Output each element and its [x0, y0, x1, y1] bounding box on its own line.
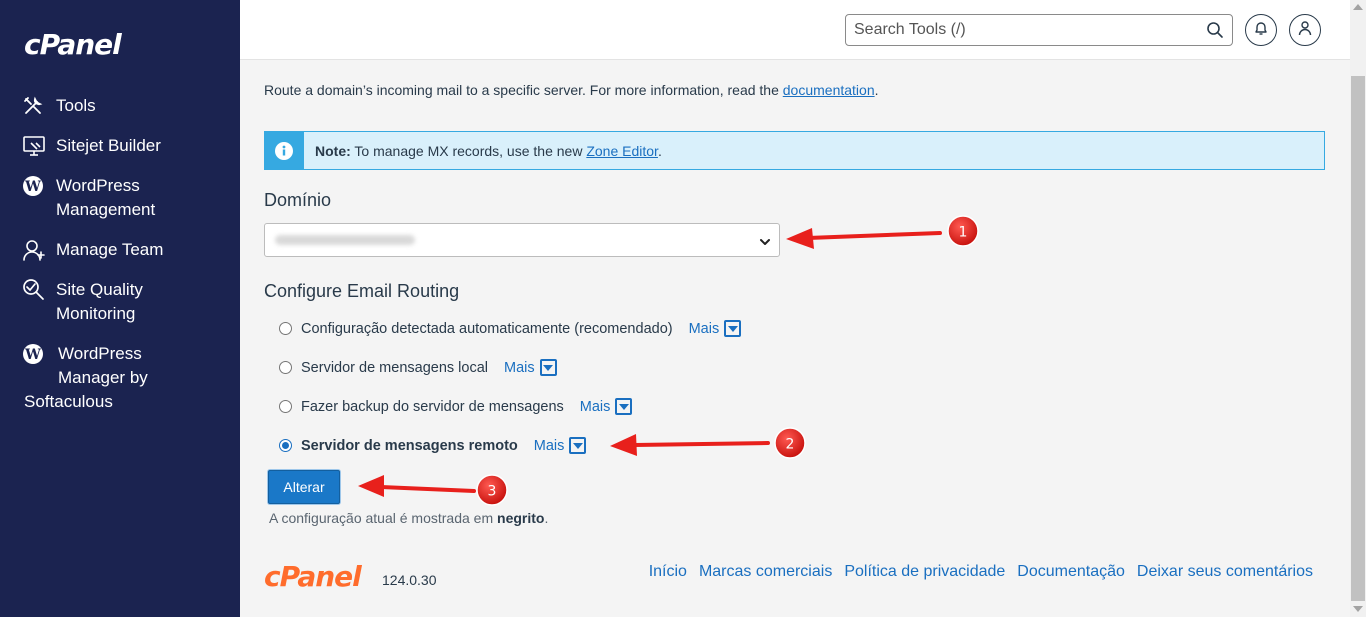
wordpress-icon: W	[22, 174, 48, 198]
scroll-down-icon[interactable]	[1353, 606, 1363, 612]
more-toggle[interactable]: Mais	[504, 359, 557, 376]
sidebar-item-tools[interactable]: Tools	[22, 94, 232, 118]
expand-icon	[569, 437, 587, 454]
footer-link-privacy[interactable]: Política de privacidade	[844, 563, 1005, 581]
domain-value-redacted	[275, 235, 415, 245]
sidebar-item-label: WordPress	[58, 344, 142, 363]
sidebar-item-label: Manage Team	[56, 240, 164, 259]
option-label: Fazer backup do servidor de mensagens	[301, 398, 564, 415]
footer-links: Início Marcas comerciais Política de pri…	[649, 563, 1313, 581]
scrollbar-thumb[interactable]	[1351, 76, 1365, 601]
sidebar-item-wordpress-softaculous[interactable]: W WordPress Manager by Softaculous	[22, 342, 232, 414]
footer-link-home[interactable]: Início	[649, 563, 687, 581]
note-callout: Note: To manage MX records, use the new …	[264, 131, 1325, 170]
sidebar-item-manage-team[interactable]: Manage Team	[22, 238, 232, 262]
current-config-hint: A configuração atual é mostrada em negri…	[269, 510, 549, 526]
annotation-arrow-2	[610, 434, 770, 456]
info-badge	[264, 131, 304, 170]
radio-button[interactable]	[279, 361, 292, 374]
sidebar-item-wordpress-management[interactable]: W WordPress Management	[22, 174, 232, 222]
notifications-button[interactable]	[1245, 14, 1277, 46]
radio-button[interactable]	[279, 400, 292, 413]
annotation-arrow-3	[358, 475, 476, 497]
chevron-down-icon	[759, 235, 771, 253]
routing-option-local[interactable]: Servidor de mensagens local Mais	[279, 359, 557, 376]
submit-button[interactable]: Alterar	[268, 470, 340, 504]
sidebar-item-label: Tools	[56, 96, 96, 115]
user-icon	[1297, 20, 1313, 41]
footer-link-feedback[interactable]: Deixar seus comentários	[1137, 563, 1313, 581]
note-text: Note: To manage MX records, use the new …	[315, 142, 662, 159]
sidebar: cPanel Tools Sitejet Builder W WordPress…	[0, 0, 240, 617]
info-icon	[275, 141, 293, 160]
routing-option-auto[interactable]: Configuração detectada automaticamente (…	[279, 320, 742, 337]
expand-icon	[539, 359, 557, 376]
annotation-marker-2: 2	[774, 427, 806, 459]
topbar	[240, 0, 1350, 60]
footer-cpanel-logo[interactable]: cPanel	[264, 560, 362, 593]
radio-button[interactable]	[279, 322, 292, 335]
routing-heading: Configure Email Routing	[264, 281, 460, 301]
search-input[interactable]	[854, 21, 1206, 39]
annotation-marker-3: 3	[476, 474, 508, 506]
more-toggle[interactable]: Mais	[689, 320, 742, 337]
cpanel-logo[interactable]: cPanel	[24, 28, 122, 61]
svg-text:W: W	[24, 347, 41, 363]
radio-button-selected[interactable]	[279, 439, 292, 452]
svg-text:2: 2	[786, 437, 795, 453]
option-label: Servidor de mensagens remoto	[301, 437, 518, 454]
routing-option-backup[interactable]: Fazer backup do servidor de mensagens Ma…	[279, 398, 633, 415]
wordpress-icon: W	[22, 342, 48, 366]
tools-icon	[22, 94, 48, 118]
user-plus-icon	[22, 238, 48, 262]
more-toggle[interactable]: Mais	[534, 437, 587, 454]
domain-heading: Domínio	[264, 190, 332, 210]
routing-option-remote[interactable]: Servidor de mensagens remoto Mais	[279, 437, 587, 454]
domain-select[interactable]	[264, 223, 780, 257]
sidebar-item-sitejet[interactable]: Sitejet Builder	[22, 134, 232, 158]
footer-link-trademarks[interactable]: Marcas comerciais	[699, 563, 832, 581]
svg-text:W: W	[24, 179, 41, 195]
sidebar-item-label: Sitejet Builder	[56, 136, 161, 155]
svg-text:3: 3	[488, 484, 497, 500]
annotation-marker-1: 1	[947, 215, 979, 247]
magnifier-icon	[22, 278, 48, 302]
search-box[interactable]	[845, 14, 1233, 46]
bell-icon	[1253, 20, 1269, 41]
sidebar-item-label: Softaculous	[24, 392, 113, 411]
sidebar-item-label: Manager by	[58, 368, 148, 387]
documentation-link[interactable]: documentation	[783, 82, 875, 98]
footer-link-documentation[interactable]: Documentação	[1017, 563, 1125, 581]
scroll-up-icon[interactable]	[1353, 4, 1363, 10]
more-toggle[interactable]: Mais	[580, 398, 633, 415]
page-description: Route a domain’s incoming mail to a spec…	[264, 82, 879, 98]
sidebar-item-label: Site Quality Monitoring	[56, 280, 143, 323]
sidebar-item-label: WordPress Management	[56, 176, 156, 219]
sidebar-nav: Tools Sitejet Builder W WordPress Manage…	[22, 94, 232, 430]
expand-icon	[724, 320, 742, 337]
annotation-arrow-1	[786, 228, 942, 249]
search-icon[interactable]	[1206, 21, 1224, 39]
option-label: Configuração detectada automaticamente (…	[301, 320, 673, 337]
sidebar-item-site-quality[interactable]: Site Quality Monitoring	[22, 278, 232, 326]
expand-icon	[615, 398, 633, 415]
svg-text:1: 1	[959, 225, 968, 241]
option-label: Servidor de mensagens local	[301, 359, 488, 376]
zone-editor-link[interactable]: Zone Editor	[586, 143, 658, 159]
version-label: 124.0.30	[382, 572, 437, 588]
user-menu-button[interactable]	[1289, 14, 1321, 46]
monitor-icon	[22, 134, 48, 158]
